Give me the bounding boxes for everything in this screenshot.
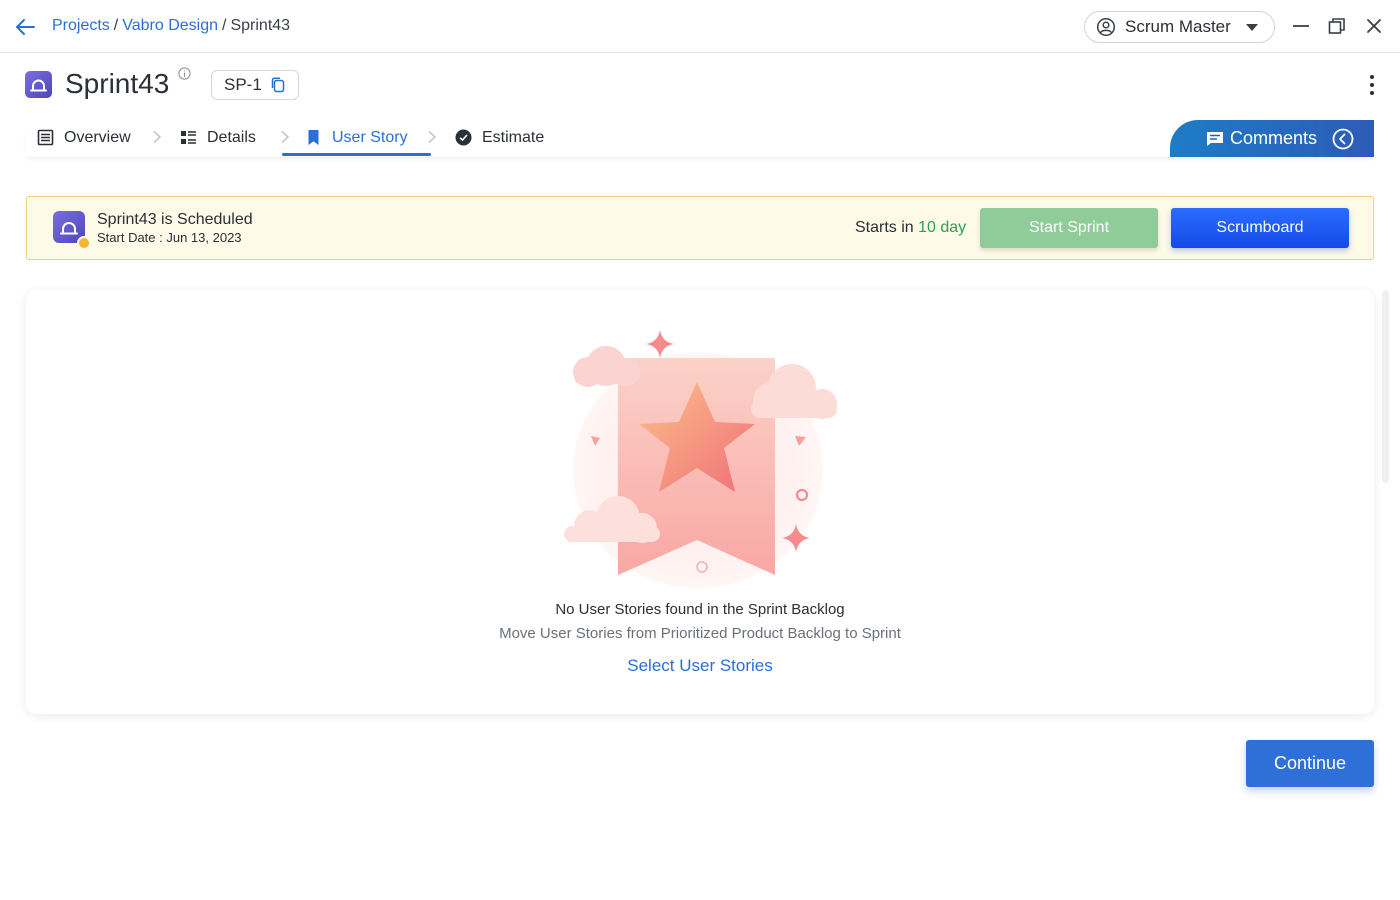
breadcrumb-current: Sprint43 [230, 17, 291, 34]
role-select[interactable]: Scrum Master [1084, 11, 1275, 43]
clock-badge-icon [77, 236, 91, 250]
chevron-right-icon [428, 130, 437, 144]
breadcrumb-separator: / [222, 17, 227, 34]
back-arrow-icon[interactable] [14, 16, 36, 38]
breadcrumb-project[interactable]: Vabro Design [122, 17, 218, 34]
list-icon [37, 129, 54, 146]
info-icon[interactable] [178, 67, 191, 80]
copy-icon[interactable] [270, 77, 286, 93]
select-user-stories-label[interactable]: Select User Stories [627, 656, 773, 675]
top-bar: Projects / Vabro Design / Sprint43 Scrum Mas… [0, 0, 1400, 53]
continue-button[interactable]: Continue [1246, 740, 1374, 787]
tab-estimate-label: Estimate [482, 128, 545, 146]
chevron-left-circle-icon[interactable] [1332, 128, 1354, 150]
breadcrumb-separator: / [113, 17, 119, 34]
chevron-down-icon [1246, 24, 1258, 31]
sprint-key-badge: SP-1 [211, 70, 299, 100]
details-icon [181, 131, 196, 144]
starts-in-text: Starts in 10 day [855, 219, 966, 237]
sprint-key: SP-1 [224, 75, 262, 94]
active-tab-indicator [282, 153, 431, 156]
role-select-value: Scrum Master [1125, 17, 1231, 36]
restore-icon[interactable] [1327, 16, 1347, 36]
comment-icon [1207, 131, 1223, 146]
tab-overview[interactable]: Overview [37, 118, 131, 157]
close-icon[interactable] [1364, 16, 1384, 36]
banner-start-date: Start Date : Jun 13, 2023 [97, 230, 242, 245]
start-sprint-button[interactable]: Start Sprint [980, 208, 1158, 248]
tab-user-story-label: User Story [332, 128, 408, 146]
chevron-right-icon [153, 130, 162, 144]
tab-overview-label: Overview [64, 128, 131, 146]
bookmark-icon [308, 130, 319, 145]
tab-details-label: Details [207, 128, 256, 146]
scrumboard-button[interactable]: Scrumboard [1171, 208, 1349, 248]
sprint-status-banner: Sprint43 is Scheduled Start Date : Jun 1… [26, 196, 1374, 260]
starts-in-days: 10 day [918, 219, 967, 236]
check-circle-icon [455, 129, 472, 146]
tab-details[interactable]: Details [180, 118, 256, 157]
empty-state-illustration [564, 330, 837, 588]
sprint-logo-icon [25, 71, 52, 98]
tab-user-story[interactable]: User Story [305, 118, 408, 157]
comments-tab[interactable]: Comments [1170, 120, 1374, 157]
starts-in-prefix: Starts in [855, 219, 914, 236]
banner-title: Sprint43 is Scheduled [97, 211, 253, 228]
minimize-icon[interactable] [1291, 16, 1311, 36]
more-vertical-icon[interactable] [1364, 72, 1380, 98]
sprint-title: Sprint43 [65, 68, 170, 99]
user-circle-icon [1096, 17, 1116, 37]
empty-state-title: No User Stories found in the Sprint Back… [555, 601, 845, 618]
breadcrumb: Projects / Vabro Design / Sprint43 [52, 17, 290, 35]
breadcrumb-projects[interactable]: Projects [52, 17, 110, 34]
tab-estimate[interactable]: Estimate [455, 118, 544, 157]
select-user-stories-link: Select User Stories [0, 656, 1400, 676]
chevron-right-icon [281, 130, 290, 144]
empty-state-subtitle: Move User Stories from Prioritized Produ… [499, 625, 901, 642]
comments-tab-label: Comments [1230, 128, 1318, 148]
scrollbar[interactable] [1382, 290, 1389, 483]
